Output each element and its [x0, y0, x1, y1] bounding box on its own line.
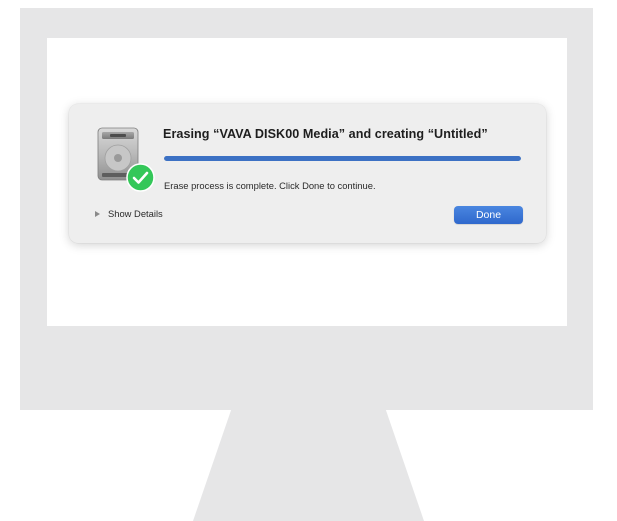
show-details-label[interactable]: Show Details: [108, 208, 163, 219]
progress-bar: [164, 156, 521, 161]
monitor-stand: [193, 410, 424, 521]
status-message: Erase process is complete. Click Done to…: [164, 180, 376, 191]
scene: Erasing “VAVA DISK00 Media” and creating…: [0, 0, 617, 521]
checkmark-icon: [126, 163, 155, 192]
progress-fill: [164, 156, 521, 161]
done-button[interactable]: Done: [454, 206, 523, 224]
dialog-title: Erasing “VAVA DISK00 Media” and creating…: [163, 127, 488, 141]
show-details-toggle[interactable]: Show Details: [95, 208, 163, 219]
erase-dialog: Erasing “VAVA DISK00 Media” and creating…: [69, 104, 546, 243]
disclosure-triangle-icon[interactable]: [95, 210, 100, 217]
